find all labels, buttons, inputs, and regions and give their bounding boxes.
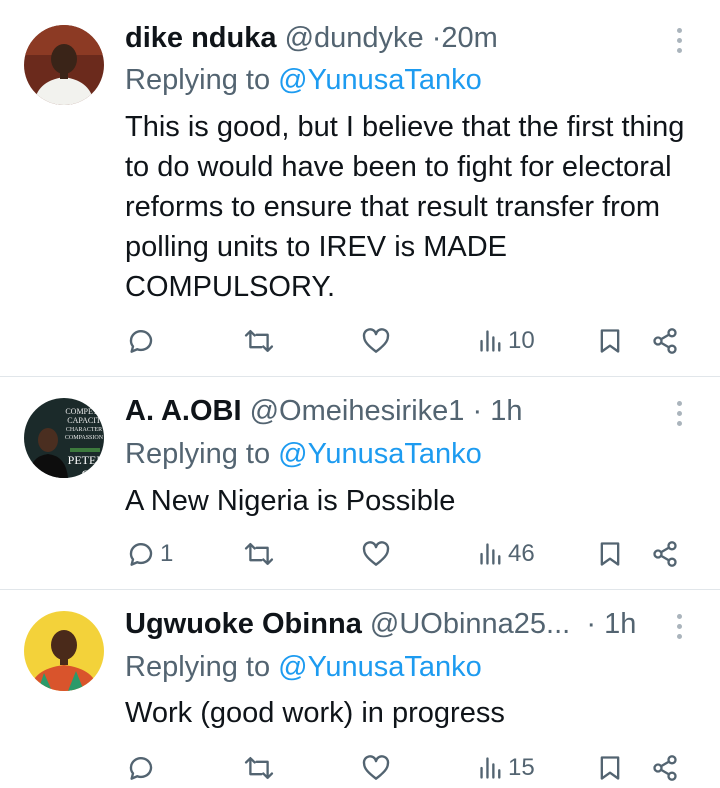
- tweet-header: A. A.OBI @Omeihesirike1 · 1h: [125, 393, 522, 429]
- replying-to: Replying to @YunusaTanko: [125, 649, 482, 685]
- mention-link[interactable]: @YunusaTanko: [278, 438, 482, 470]
- views-icon: [480, 543, 501, 565]
- user-name[interactable]: Ugwuoke Obinna: [125, 608, 362, 640]
- timestamp[interactable]: 1h: [604, 608, 636, 640]
- views-button[interactable]: 10: [478, 321, 535, 361]
- more-icon[interactable]: [666, 395, 692, 431]
- tweet-text: This is good, but I believe that the fir…: [125, 111, 685, 303]
- views-count: 46: [508, 540, 535, 567]
- avatar[interactable]: [24, 25, 104, 105]
- like-icon: [362, 755, 390, 780]
- avatar-text-5: PETER: [68, 453, 104, 467]
- bookmark-button[interactable]: [596, 534, 624, 574]
- views-button[interactable]: 15: [478, 748, 535, 788]
- replying-prefix: Replying to: [125, 651, 279, 683]
- avatar-text-2: CAPACIT: [67, 416, 101, 425]
- replying-prefix: Replying to: [125, 64, 279, 96]
- timestamp[interactable]: 1h: [490, 395, 522, 427]
- reply-icon: [129, 330, 153, 353]
- timestamp[interactable]: 20m: [441, 22, 497, 54]
- reply-button[interactable]: [126, 321, 160, 361]
- tweet-text: Work (good work) in progress: [125, 697, 505, 729]
- bookmark-icon: [600, 329, 620, 353]
- avatar-text-6: O: [82, 467, 91, 478]
- tweet[interactable]: Ugwuoke Obinna @UObinna25... · 1h Replyi…: [0, 590, 720, 784]
- mention-link[interactable]: @YunusaTanko: [278, 651, 482, 683]
- tweet-header: Ugwuoke Obinna @UObinna25... · 1h: [125, 606, 636, 642]
- tweet-text: A New Nigeria is Possible: [125, 485, 456, 517]
- reply-icon: [129, 543, 153, 566]
- tweet[interactable]: dike nduka @dundyke ·20m Replying to @Yu…: [0, 0, 720, 375]
- reply-button[interactable]: [126, 748, 160, 788]
- retweet-button[interactable]: [243, 321, 279, 361]
- replying-to: Replying to @YunusaTanko: [125, 62, 482, 98]
- replying-to: Replying to @YunusaTanko: [125, 436, 482, 472]
- share-button[interactable]: [651, 534, 679, 574]
- user-name[interactable]: dike nduka: [125, 22, 277, 54]
- user-handle[interactable]: @Omeihesirike1: [250, 395, 465, 427]
- share-icon: [653, 328, 677, 354]
- retweet-icon: [244, 756, 274, 780]
- more-icon[interactable]: [666, 22, 692, 58]
- user-handle[interactable]: @UObinna25...: [370, 608, 570, 640]
- separator: ·: [431, 22, 442, 54]
- avatar[interactable]: [24, 611, 104, 691]
- retweet-icon: [244, 329, 274, 353]
- retweet-icon: [244, 542, 274, 566]
- bookmark-icon: [600, 542, 620, 566]
- like-icon: [362, 328, 390, 353]
- like-icon: [362, 541, 390, 566]
- avatar-text-3: CHARACTER: [66, 427, 102, 433]
- avatar[interactable]: COMPETE CAPACIT CHARACTER COMPASSION PET…: [24, 398, 104, 478]
- mention-link[interactable]: @YunusaTanko: [278, 64, 482, 96]
- replying-prefix: Replying to: [125, 438, 279, 470]
- like-button[interactable]: [361, 321, 395, 361]
- separator: ·: [472, 395, 483, 427]
- reply-icon: [129, 757, 153, 780]
- bookmark-button[interactable]: [596, 748, 624, 788]
- bookmark-icon: [600, 756, 620, 780]
- like-button[interactable]: [361, 748, 395, 788]
- tweet[interactable]: COMPETE CAPACIT CHARACTER COMPASSION PET…: [0, 377, 720, 588]
- user-handle[interactable]: @dundyke: [285, 22, 424, 54]
- reply-count: 1: [160, 540, 174, 567]
- views-icon: [480, 757, 501, 779]
- share-icon: [653, 755, 677, 781]
- retweet-button[interactable]: [243, 534, 279, 574]
- like-button[interactable]: [361, 534, 395, 574]
- reply-button[interactable]: 1: [126, 534, 173, 574]
- views-button[interactable]: 46: [478, 534, 535, 574]
- avatar-text-4: COMPASSION: [65, 435, 104, 441]
- views-count: 10: [508, 327, 535, 354]
- action-bar: 15: [0, 748, 720, 788]
- avatar-text-1: COMPETE: [65, 407, 102, 416]
- share-button[interactable]: [651, 748, 679, 788]
- retweet-button[interactable]: [243, 748, 279, 788]
- views-icon: [480, 330, 501, 352]
- user-name[interactable]: A. A.OBI: [125, 395, 242, 427]
- action-bar: 10: [0, 321, 720, 361]
- action-bar: 1 46: [0, 534, 720, 574]
- tweet-header: dike nduka @dundyke ·20m: [125, 20, 498, 56]
- separator: ·: [586, 608, 597, 640]
- bookmark-button[interactable]: [596, 321, 624, 361]
- more-icon[interactable]: [666, 608, 692, 644]
- share-icon: [653, 541, 677, 567]
- share-button[interactable]: [651, 321, 679, 361]
- views-count: 15: [508, 754, 535, 781]
